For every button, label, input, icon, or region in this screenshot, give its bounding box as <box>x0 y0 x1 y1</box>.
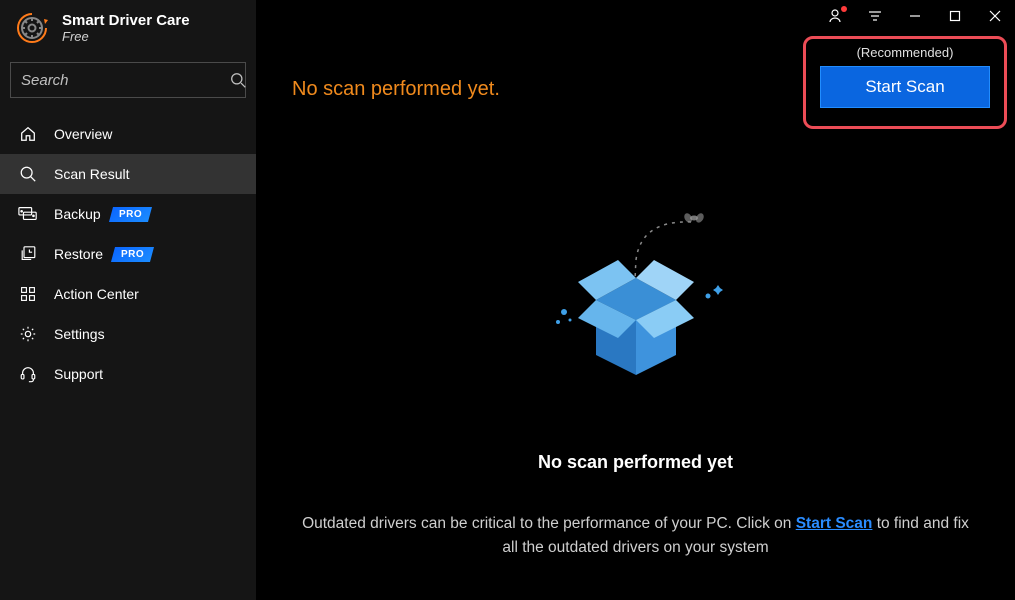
search-input[interactable] <box>21 72 222 89</box>
grid-icon <box>18 284 38 304</box>
search-box[interactable] <box>10 62 246 98</box>
maximize-button[interactable] <box>935 0 975 32</box>
sidebar-item-settings[interactable]: Settings <box>0 314 256 354</box>
sidebar-item-overview[interactable]: Overview <box>0 114 256 154</box>
minimize-button[interactable] <box>895 0 935 32</box>
sidebar-item-support[interactable]: Support <box>0 354 256 394</box>
menu-button[interactable] <box>855 0 895 32</box>
restore-icon <box>18 244 38 264</box>
start-scan-button-label: Start Scan <box>865 77 944 97</box>
gear-icon <box>18 324 38 344</box>
sidebar-item-label: Scan Result <box>54 166 129 182</box>
pro-badge: PRO <box>111 247 154 262</box>
app-logo-icon <box>14 10 50 46</box>
recommended-label: (Recommended) <box>857 45 954 60</box>
sidebar-item-scan-result[interactable]: Scan Result <box>0 154 256 194</box>
sidebar-item-label: Restore <box>54 246 103 262</box>
open-box-illustration <box>486 200 786 400</box>
main-content: No scan performed yet. (Recommended) Sta… <box>256 0 1015 600</box>
home-icon <box>18 124 38 144</box>
app-title-block: Smart Driver Care Free <box>62 12 190 44</box>
account-button[interactable] <box>815 0 855 32</box>
sidebar-item-label: Support <box>54 366 103 382</box>
empty-state-title: No scan performed yet <box>256 452 1015 473</box>
app-branding: Smart Driver Care Free <box>0 0 256 50</box>
scan-status-headline: No scan performed yet. <box>292 78 500 101</box>
window-titlebar <box>815 0 1015 32</box>
backup-icon <box>18 204 38 224</box>
sidebar-item-label: Overview <box>54 126 112 142</box>
app-subtitle: Free <box>62 29 190 44</box>
start-scan-callout: (Recommended) Start Scan <box>803 36 1007 129</box>
app-title: Smart Driver Care <box>62 12 190 29</box>
notification-dot-icon <box>841 6 847 12</box>
scan-icon <box>18 164 38 184</box>
start-scan-link[interactable]: Start Scan <box>796 515 873 532</box>
headset-icon <box>18 364 38 384</box>
empty-state-description-text: Outdated drivers can be critical to the … <box>302 515 796 532</box>
sidebar-item-action-center[interactable]: Action Center <box>0 274 256 314</box>
sidebar-item-restore[interactable]: Restore PRO <box>0 234 256 274</box>
close-button[interactable] <box>975 0 1015 32</box>
sidebar-item-label: Settings <box>54 326 105 342</box>
sidebar-nav: Overview Scan Result Backup PRO Rest <box>0 114 256 394</box>
start-scan-button[interactable]: Start Scan <box>820 66 990 108</box>
sidebar: Smart Driver Care Free Overview <box>0 0 256 600</box>
sidebar-item-label: Action Center <box>54 286 139 302</box>
sidebar-item-label: Backup <box>54 206 101 222</box>
pro-badge: PRO <box>109 207 152 222</box>
empty-state-description: Outdated drivers can be critical to the … <box>256 512 1015 560</box>
search-icon <box>230 72 247 89</box>
sidebar-item-backup[interactable]: Backup PRO <box>0 194 256 234</box>
